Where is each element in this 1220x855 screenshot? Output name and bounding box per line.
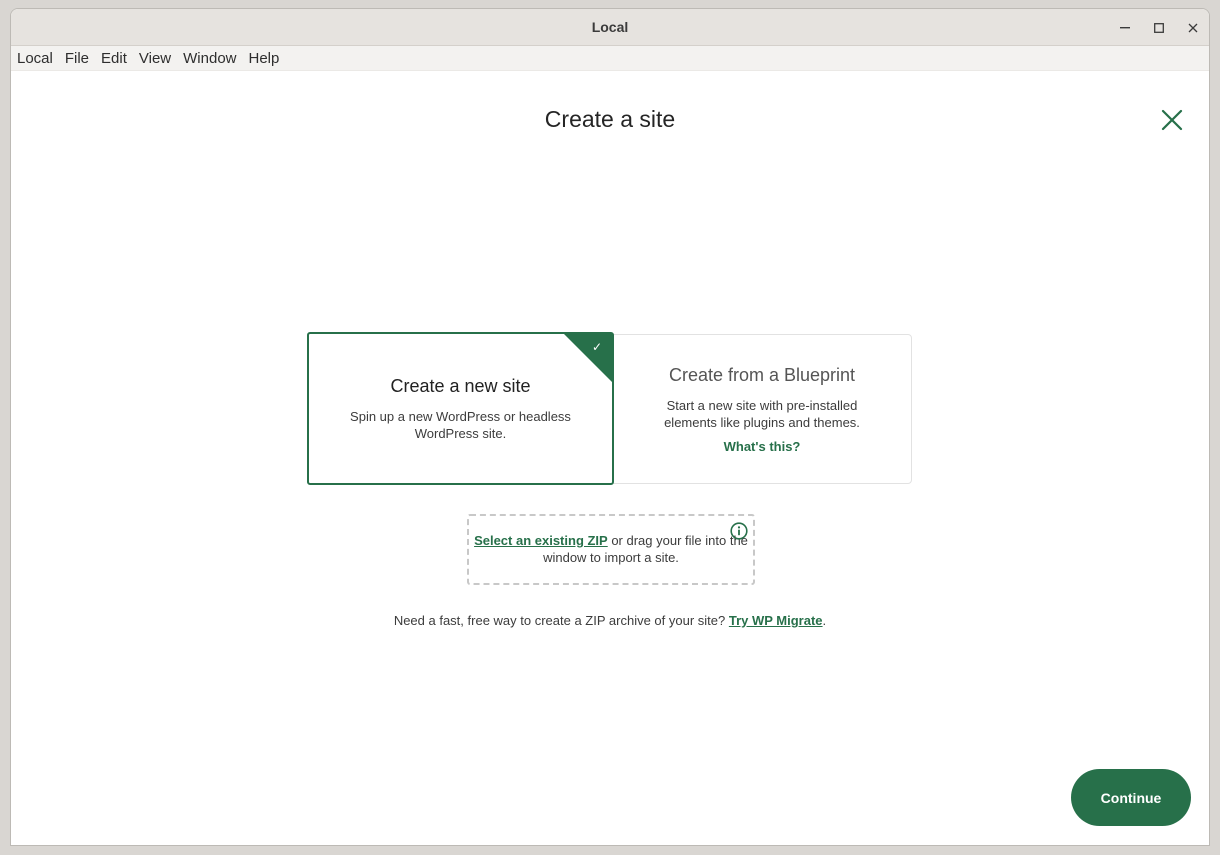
check-icon: ✓ [591, 340, 602, 354]
continue-button[interactable]: Continue [1071, 769, 1191, 826]
menu-edit[interactable]: Edit [101, 50, 127, 67]
close-x-icon[interactable] [1159, 107, 1185, 133]
blueprint-title: Create from a Blueprint [668, 365, 856, 385]
try-wp-migrate-link[interactable]: Try WP Migrate [729, 613, 823, 628]
selected-corner [563, 333, 613, 383]
menu-help[interactable]: Help [249, 50, 280, 67]
maximize-icon[interactable] [1149, 18, 1169, 38]
hint-text: Need a fast, free way to create a ZIP ar… [393, 613, 729, 628]
menu-window[interactable]: Window [183, 50, 236, 67]
minimize-icon[interactable] [1115, 18, 1135, 38]
select-zip-link[interactable]: Select an existing ZIP [474, 533, 608, 548]
title-bar: Local [11, 9, 1209, 46]
new-site-description: Spin up a new WordPress or headless Word… [350, 409, 571, 441]
menu-view[interactable]: View [139, 50, 171, 67]
menu-bar: Local File Edit View Window Help [11, 46, 1209, 71]
site-type-options: ✓ Create a new site Spin up a new WordPr… [307, 332, 912, 485]
app-window: Local Local File Edit View Window Help C… [10, 8, 1210, 846]
wp-migrate-hint: Need a fast, free way to create a ZIP ar… [11, 613, 1209, 628]
create-from-blueprint-card[interactable]: Create from a Blueprint Start a new site… [612, 334, 912, 484]
menu-file[interactable]: File [65, 50, 89, 67]
blueprint-description: Start a new site with pre-installed elem… [664, 398, 860, 430]
zip-import-dropzone[interactable]: Select an existing ZIP or drag your file… [467, 514, 755, 585]
window-title: Local [591, 19, 629, 35]
hint-suffix: . [822, 613, 827, 628]
page-title: Create a site [544, 106, 676, 132]
info-icon[interactable] [730, 522, 748, 540]
whats-this-link[interactable]: What's this? [724, 439, 801, 454]
create-site-panel: Create a site ✓ Create a new site Spin u… [11, 71, 1209, 845]
create-new-site-card[interactable]: ✓ Create a new site Spin up a new WordPr… [307, 332, 614, 485]
dropzone-text: Select an existing ZIP or drag your file… [469, 532, 753, 566]
close-icon[interactable] [1183, 18, 1203, 38]
menu-local[interactable]: Local [17, 50, 53, 67]
